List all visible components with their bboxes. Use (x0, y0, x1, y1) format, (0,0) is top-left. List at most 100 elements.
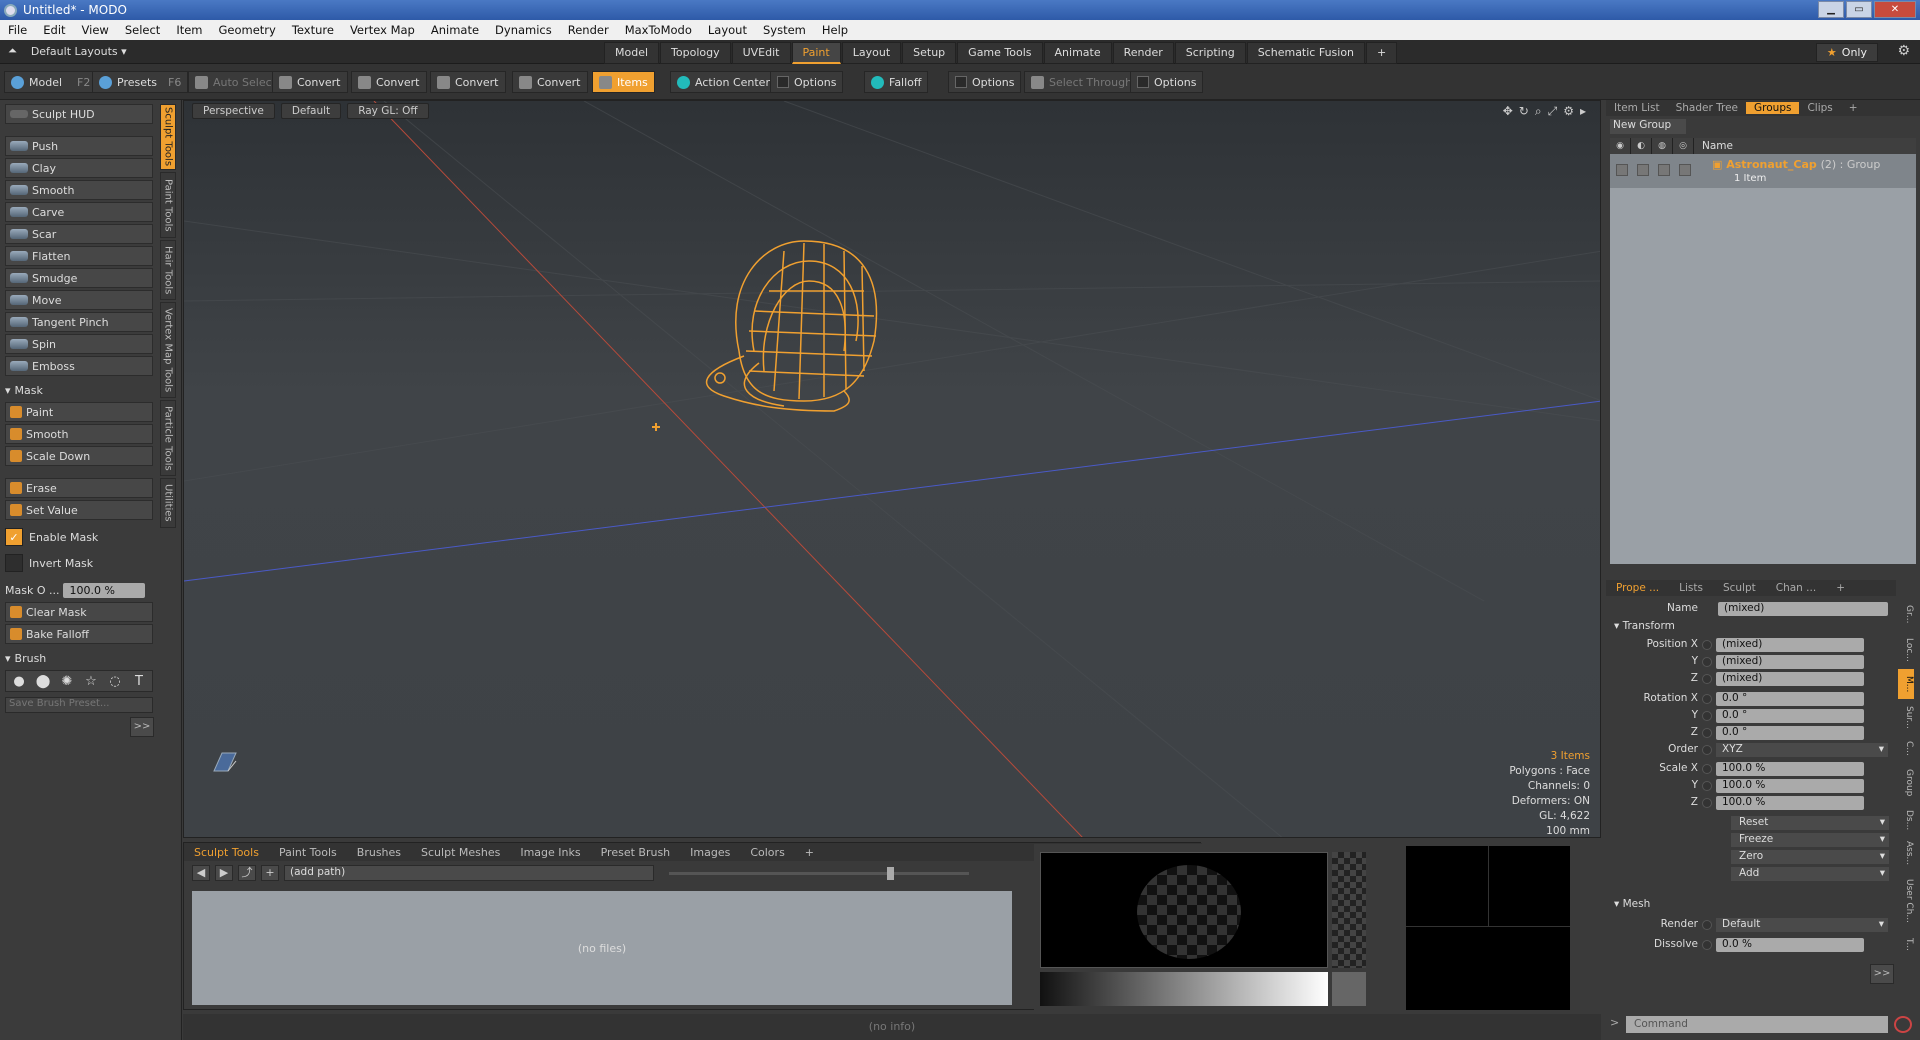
menu-select[interactable]: Select (117, 23, 168, 37)
play-icon[interactable]: ▸ (1580, 104, 1586, 119)
tab-render[interactable]: Render (1112, 42, 1174, 64)
invert-mask-toggle[interactable]: Invert Mask (5, 552, 153, 574)
soft-brush-icon[interactable]: ● (10, 674, 28, 689)
tool-spin[interactable]: Spin (5, 334, 153, 354)
vtab-utilities[interactable]: Utilities (160, 478, 176, 528)
order-select[interactable]: XYZ ▾ (1716, 743, 1888, 757)
convert-polygons-button[interactable]: Convert (430, 71, 506, 93)
keyframe-icon[interactable] (1702, 920, 1712, 930)
tool-scar[interactable]: Scar (5, 224, 153, 244)
menu-edit[interactable]: Edit (35, 23, 73, 37)
vtab-vertex-map-tools[interactable]: Vertex Map Tools (160, 302, 176, 398)
zero-button[interactable]: Zero ▾ (1731, 850, 1889, 864)
add-tab-button[interactable]: + (1841, 102, 1866, 114)
vtab-sculpt-tools[interactable]: Sculpt Tools (160, 104, 176, 170)
add-tab-button[interactable]: + (1826, 582, 1855, 594)
convert-edges-button[interactable]: Convert (351, 71, 427, 93)
add-tab-button[interactable]: + (795, 846, 824, 859)
reset-button[interactable]: Reset ▾ (1731, 816, 1889, 830)
rotation-y-field[interactable]: 0.0 ° (1716, 709, 1864, 723)
convert-vertices-button[interactable]: Convert (272, 71, 348, 93)
select-icon[interactable]: ◎ (1673, 138, 1694, 154)
back-arrow-icon[interactable]: ◀ (192, 865, 210, 881)
lock-icon[interactable]: ◍ (1652, 138, 1673, 154)
menu-dynamics[interactable]: Dynamics (487, 23, 560, 37)
tab-sculpt[interactable]: Sculpt (1713, 582, 1766, 594)
rotate-icon[interactable]: ↻ (1519, 104, 1529, 119)
select-toggle[interactable] (1679, 164, 1691, 176)
select-through-button[interactable]: Select Through (1024, 71, 1140, 93)
tab-preset-brush[interactable]: Preset Brush (591, 846, 681, 859)
menu-item[interactable]: Item (168, 23, 210, 37)
add-button[interactable]: Add ▾ (1731, 867, 1889, 881)
tab-schematic-fusion[interactable]: Schematic Fusion (1246, 42, 1366, 64)
presets-button[interactable]: Presets F6 (92, 71, 189, 93)
side-tab-assembly[interactable]: Ass... (1898, 837, 1914, 869)
menu-help[interactable]: Help (814, 23, 856, 37)
tab-properties[interactable]: Prope ... (1606, 582, 1669, 594)
keyframe-icon[interactable] (1702, 728, 1712, 738)
tool-tangent-pinch[interactable]: Tangent Pinch (5, 312, 153, 332)
position-y-field[interactable]: (mixed) (1716, 655, 1864, 669)
file-browser-area[interactable]: (no files) (192, 891, 1012, 1005)
view-type-selector[interactable]: Perspective (192, 103, 275, 119)
render-icon[interactable]: ◐ (1631, 138, 1652, 154)
keyframe-icon[interactable] (1702, 940, 1712, 950)
hard-brush-icon[interactable]: ⬤ (34, 674, 52, 689)
keyframe-icon[interactable] (1702, 764, 1712, 774)
keyframe-icon[interactable] (1702, 798, 1712, 808)
tab-colors[interactable]: Colors (740, 846, 794, 859)
scale-y-field[interactable]: 100.0 % (1716, 779, 1864, 793)
vtab-particle-tools[interactable]: Particle Tools (160, 400, 176, 476)
rotation-z-field[interactable]: 0.0 ° (1716, 726, 1864, 740)
menu-layout[interactable]: Layout (700, 23, 755, 37)
forward-arrow-icon[interactable]: ▶ (215, 865, 233, 881)
dissolve-field[interactable]: 0.0 % (1716, 938, 1864, 952)
action-center-options-button[interactable]: Options (770, 71, 844, 93)
mask-set-value-button[interactable]: Set Value (5, 500, 153, 520)
layout-selector[interactable]: ⏶ Default Layouts ▾ (8, 44, 127, 58)
checkbox-icon[interactable] (5, 554, 23, 572)
side-tab-user-channels[interactable]: User Ch... (1898, 871, 1914, 931)
keyframe-icon[interactable] (1702, 640, 1712, 650)
side-tab-surface[interactable]: Sur... (1898, 701, 1914, 733)
mask-opacity-input[interactable]: 100.0 % (63, 582, 146, 598)
tab-brushes[interactable]: Brushes (347, 846, 411, 859)
only-button[interactable]: ★ Only (1815, 43, 1878, 62)
mesh-section[interactable]: ▾ Mesh (1614, 898, 1650, 910)
zoom-icon[interactable]: ⌕ (1535, 104, 1542, 119)
3d-viewport[interactable]: Perspective Default Ray GL: Off ✥ ↻ ⌕ ⤢ … (183, 100, 1601, 838)
position-z-field[interactable]: (mixed) (1716, 672, 1864, 686)
keyframe-icon[interactable] (1702, 657, 1712, 667)
render-toggle[interactable] (1637, 164, 1649, 176)
pan-icon[interactable]: ✥ (1503, 104, 1513, 119)
tab-channels[interactable]: Chan ... (1766, 582, 1826, 594)
maximize-icon[interactable]: ⤢ (1548, 104, 1558, 119)
side-tab-locator[interactable]: Loc... (1898, 633, 1914, 667)
tab-paint[interactable]: Paint (791, 42, 841, 64)
raygl-toggle[interactable]: Ray GL: Off (347, 103, 429, 119)
tool-push[interactable]: Push (5, 136, 153, 156)
clear-mask-button[interactable]: Clear Mask (5, 602, 153, 622)
new-group-button[interactable]: New Group (1610, 119, 1686, 134)
side-tab-t[interactable]: T... (1898, 933, 1914, 957)
falloff-options-button[interactable]: Options (948, 71, 1022, 93)
menu-render[interactable]: Render (560, 23, 617, 37)
render-select[interactable]: Default ▾ (1716, 918, 1888, 932)
tool-carve[interactable]: Carve (5, 202, 153, 222)
splat-brush-icon[interactable]: ✺ (58, 674, 76, 689)
menu-vertex-map[interactable]: Vertex Map (342, 23, 423, 37)
menu-geometry[interactable]: Geometry (211, 23, 284, 37)
menu-view[interactable]: View (74, 23, 117, 37)
tool-clay[interactable]: Clay (5, 158, 153, 178)
rotation-x-field[interactable]: 0.0 ° (1716, 692, 1864, 706)
group-row[interactable]: ▣ Astronaut_Cap (2) : Group 1 Item (1610, 154, 1916, 188)
model-button[interactable]: Model F2 (4, 71, 98, 93)
menu-system[interactable]: System (755, 23, 814, 37)
brush-section-header[interactable]: ▾ Brush (5, 650, 153, 666)
thumbnail-size-slider[interactable] (669, 867, 969, 880)
tab-image-inks[interactable]: Image Inks (510, 846, 590, 859)
mask-section-header[interactable]: ▾ Mask (5, 382, 153, 398)
tab-shader-tree[interactable]: Shader Tree (1668, 102, 1746, 114)
vtab-paint-tools[interactable]: Paint Tools (160, 172, 176, 238)
